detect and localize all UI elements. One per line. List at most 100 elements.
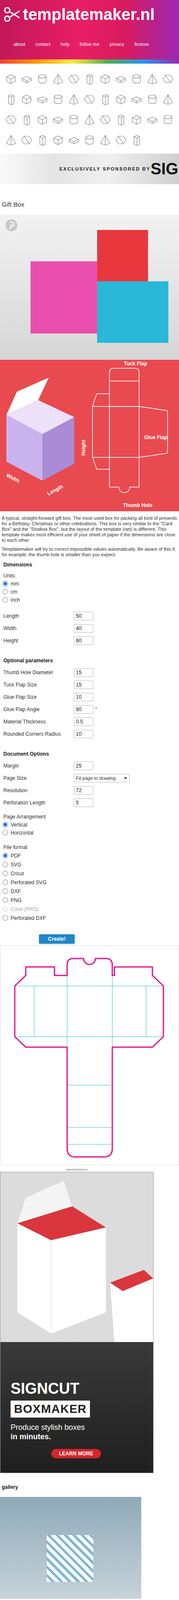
nav-link[interactable]: help	[60, 40, 70, 48]
box-template-icon[interactable]	[99, 72, 112, 85]
box-template-icon[interactable]	[67, 134, 80, 146]
number-input[interactable]	[73, 785, 94, 795]
nav-link[interactable]: about	[13, 40, 26, 48]
box-template-icon[interactable]	[130, 93, 143, 106]
box-template-icon[interactable]	[52, 113, 65, 126]
box-template-icon[interactable]	[130, 72, 143, 85]
box-template-icon[interactable]	[99, 93, 112, 106]
box-template-icon[interactable]	[67, 93, 80, 106]
box-template-icon[interactable]	[114, 113, 127, 126]
learn-more-button[interactable]: LEARN MORE	[51, 1448, 101, 1458]
box-template-icon[interactable]	[5, 113, 17, 126]
box-template-icon[interactable]	[83, 113, 96, 126]
box-template-icon[interactable]	[52, 93, 65, 106]
box-template-icon[interactable]	[67, 113, 80, 126]
main-nav: about contact help follow me privacy license	[0, 40, 179, 48]
scissors-icon	[3, 5, 21, 23]
box-template-icon[interactable]	[52, 134, 65, 146]
box-template-icon[interactable]	[5, 134, 17, 146]
number-input[interactable]	[73, 761, 94, 770]
tuck-flap-label: Tuck Flap	[123, 360, 148, 367]
height-label: Height	[80, 439, 87, 456]
box-template-icon[interactable]	[114, 72, 127, 85]
ad-copy: SIGNCUTBOXMAKERProduce stylish boxesin m…	[0, 1341, 154, 1473]
pinterest-icon[interactable]	[5, 218, 18, 232]
box-template-icon[interactable]	[99, 134, 112, 146]
unit-radio[interactable]: inch	[0, 595, 179, 604]
box-template-icon[interactable]	[20, 113, 33, 126]
field-row: Thumb Hole Diameter	[0, 665, 179, 679]
box-template-icon[interactable]	[114, 134, 127, 146]
description-paragraph: Templatemaker will try to correct imposs…	[1, 546, 178, 558]
field-row: Rounded Corners Radius	[0, 727, 179, 740]
file-format-radio[interactable]: DXF	[0, 886, 179, 896]
section-heading: Document Options	[0, 749, 179, 758]
number-input[interactable]	[73, 623, 94, 633]
number-input[interactable]	[73, 729, 94, 739]
file-format-radio[interactable]: Corel (PRO)	[0, 904, 179, 914]
box-template-icon[interactable]	[162, 93, 174, 106]
box-template-icon[interactable]	[36, 113, 49, 126]
box-template-icon[interactable]	[36, 72, 49, 85]
file-format-radio[interactable]: Perforated SVG	[0, 877, 179, 887]
number-input[interactable]	[73, 636, 94, 645]
box-template-icon[interactable]	[146, 72, 159, 85]
field-row: Resolution	[0, 783, 179, 797]
number-input[interactable]	[73, 717, 94, 726]
number-input[interactable]	[73, 692, 94, 702]
field-row: Tuck Flap Size	[0, 678, 179, 691]
box-template-icon[interactable]	[36, 134, 49, 146]
box-template-icon[interactable]	[146, 113, 159, 126]
box-template-icon[interactable]	[83, 93, 96, 106]
box-template-icon[interactable]	[67, 72, 80, 85]
unit-radio[interactable]: cm	[0, 587, 179, 596]
length-label: Length	[46, 483, 65, 497]
arrangement-radio[interactable]: Horizontal	[0, 828, 179, 837]
file-format-radio[interactable]: Perforated DXF	[0, 913, 179, 923]
advertisement[interactable]: SIGNCUTBOXMAKERProduce stylish boxesin m…	[0, 1171, 154, 1473]
number-input[interactable]	[73, 668, 94, 677]
box-template-icon[interactable]	[130, 113, 143, 126]
box-template-icon[interactable]	[130, 134, 143, 146]
number-input[interactable]	[73, 798, 94, 807]
box-template-icon[interactable]	[99, 113, 112, 126]
nav-link[interactable]: contact	[35, 40, 51, 48]
box-template-icon[interactable]	[36, 93, 49, 106]
field-row: Width	[0, 621, 179, 635]
box-template-icon[interactable]	[20, 93, 33, 106]
sponsor-banner[interactable]: EXCLUSIVELY SPONSORED BYSIG	[0, 153, 179, 185]
dieline-drawing	[0, 945, 179, 1165]
gallery-photo[interactable]	[0, 1496, 142, 1599]
nav-link[interactable]: license	[134, 40, 149, 48]
page-size-select[interactable]: Fit page to drawing	[73, 773, 130, 783]
box-template-icon[interactable]	[20, 72, 33, 85]
box-template-icon[interactable]	[83, 72, 96, 85]
units-label: Units	[0, 571, 179, 580]
number-input[interactable]	[73, 611, 94, 621]
logo[interactable]: templatemaker.nl	[0, 4, 179, 25]
cyan-box	[97, 281, 169, 343]
unit-radio[interactable]: mm	[0, 579, 179, 588]
box-template-icon[interactable]	[146, 93, 159, 106]
box-template-icon[interactable]	[20, 134, 33, 146]
box-template-icon[interactable]	[5, 72, 17, 85]
number-input[interactable]	[73, 680, 94, 689]
nav-link[interactable]: privacy	[109, 40, 125, 48]
field-row: Page SizeFit page to drawing	[0, 771, 179, 784]
file-format-radio[interactable]: PDF	[0, 850, 179, 860]
arrangement-radio[interactable]: Vertical	[0, 820, 179, 829]
file-format-radio[interactable]: Cricut	[0, 868, 179, 878]
box-template-icon[interactable]	[162, 72, 174, 85]
nav-link[interactable]: follow me	[79, 40, 100, 48]
box-template-icon[interactable]	[52, 72, 65, 85]
file-format-radio[interactable]: SVG	[0, 859, 179, 869]
box-template-icon[interactable]	[162, 113, 174, 126]
file-format-radio[interactable]: PNG	[0, 895, 179, 905]
create-button[interactable]: Create!	[39, 934, 75, 944]
description-paragraph: A typical, straight-forward gift box. Th…	[1, 515, 178, 543]
box-template-icon[interactable]	[5, 93, 17, 106]
box-template-icon[interactable]	[114, 93, 127, 106]
number-input[interactable]	[73, 704, 94, 714]
site-header: templatemaker.nl about contact help follow m…	[0, 0, 179, 64]
box-template-icon[interactable]	[83, 134, 96, 146]
